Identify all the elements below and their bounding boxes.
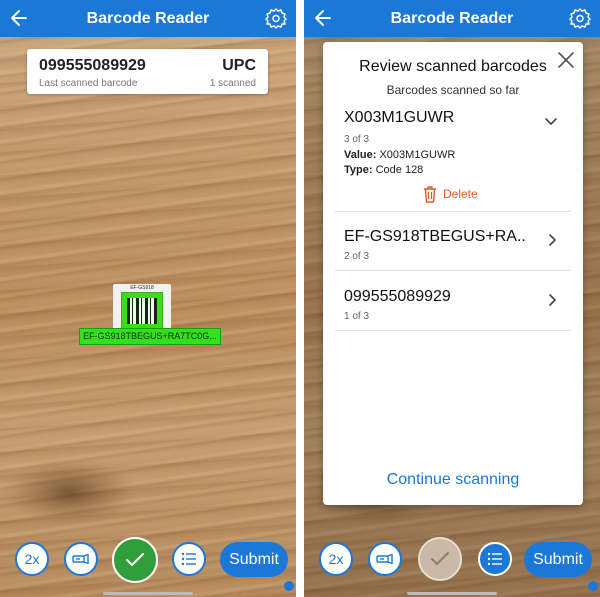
list-item[interactable]: EF-GS918TBEGUS+RA.. 2 of 3 — [335, 228, 571, 268]
item-count: 3 of 3 — [344, 134, 370, 145]
zoom-button[interactable]: 2x — [319, 542, 353, 576]
delete-button[interactable]: Delete — [423, 184, 478, 204]
list-icon — [487, 552, 502, 566]
scanner-screen: Barcode Reader 099555089929 Last scanned… — [0, 0, 296, 597]
item-code: EF-GS918TBEGUS+RA.. — [344, 228, 526, 245]
submit-button[interactable]: Submit — [524, 542, 592, 577]
scanned-list-button[interactable] — [172, 542, 206, 576]
item-count: 2 of 3 — [344, 251, 370, 262]
settings-icon[interactable] — [264, 6, 288, 30]
item-type: Code 128 — [375, 164, 424, 176]
chevron-right-icon[interactable] — [549, 294, 557, 306]
item-count: 1 of 3 — [344, 311, 370, 322]
item-code: X003M1GUWR — [344, 109, 455, 126]
lock-badge-icon — [588, 581, 598, 591]
review-dialog: Review scanned barcodes Barcodes scanned… — [323, 42, 583, 505]
datamatrix-cells — [127, 298, 157, 324]
delete-label: Delete — [443, 187, 478, 201]
divider — [335, 330, 571, 331]
continue-scanning-button[interactable]: Continue scanning — [323, 471, 583, 489]
confirm-scan-button[interactable] — [112, 537, 158, 583]
trash-icon — [424, 186, 436, 203]
home-indicator — [103, 592, 193, 595]
dialog-title: Review scanned barcodes — [359, 58, 547, 75]
last-scanned-card: 099555089929 Last scanned barcode UPC 1 … — [27, 49, 268, 94]
confirm-scan-button[interactable] — [418, 537, 462, 581]
list-item[interactable]: 099555089929 1 of 3 — [335, 288, 571, 328]
flashlight-icon — [72, 554, 89, 564]
item-value-row: Value: X003M1GUWR — [344, 149, 455, 161]
chevron-down-icon[interactable] — [545, 118, 557, 126]
checkmark-icon — [126, 553, 144, 566]
app-title: Barcode Reader — [86, 10, 210, 27]
review-screen: Barcode Reader Review scanned barcodes B… — [304, 0, 600, 597]
app-bar: Barcode Reader — [304, 0, 600, 37]
scanned-count: 1 scanned — [209, 78, 256, 89]
barcode-type: UPC — [222, 57, 256, 74]
divider — [335, 211, 571, 212]
app-title: Barcode Reader — [390, 10, 514, 27]
value-label: Value: — [344, 149, 377, 161]
app-bar: Barcode Reader — [0, 0, 296, 37]
flashlight-button[interactable] — [368, 542, 402, 576]
flashlight-button[interactable] — [64, 542, 98, 576]
sticker-text: EF-GS918 — [130, 285, 154, 291]
detected-barcode-highlight[interactable] — [121, 292, 163, 330]
flashlight-icon — [376, 554, 393, 564]
item-code: 099555089929 — [344, 288, 451, 305]
list-icon — [181, 552, 196, 566]
item-value: X003M1GUWR — [379, 149, 456, 161]
settings-icon[interactable] — [568, 6, 592, 30]
detected-barcode-label[interactable]: EF-GS918TBEGUS+RA7TC0G... — [79, 328, 221, 345]
submit-button[interactable]: Submit — [220, 542, 288, 577]
chevron-right-icon[interactable] — [549, 234, 557, 246]
lock-badge-icon — [284, 581, 294, 591]
divider — [335, 270, 571, 271]
last-scanned-value: 099555089929 — [39, 57, 146, 74]
zoom-button[interactable]: 2x — [15, 542, 49, 576]
dialog-subtitle: Barcodes scanned so far — [386, 83, 520, 97]
item-type-row: Type: Code 128 — [344, 164, 423, 176]
scanned-list-button[interactable] — [478, 542, 512, 576]
close-icon[interactable] — [557, 51, 575, 69]
checkmark-icon — [431, 552, 449, 565]
type-label: Type: — [344, 164, 373, 176]
home-indicator — [407, 592, 497, 595]
last-scanned-caption: Last scanned barcode — [39, 78, 138, 89]
